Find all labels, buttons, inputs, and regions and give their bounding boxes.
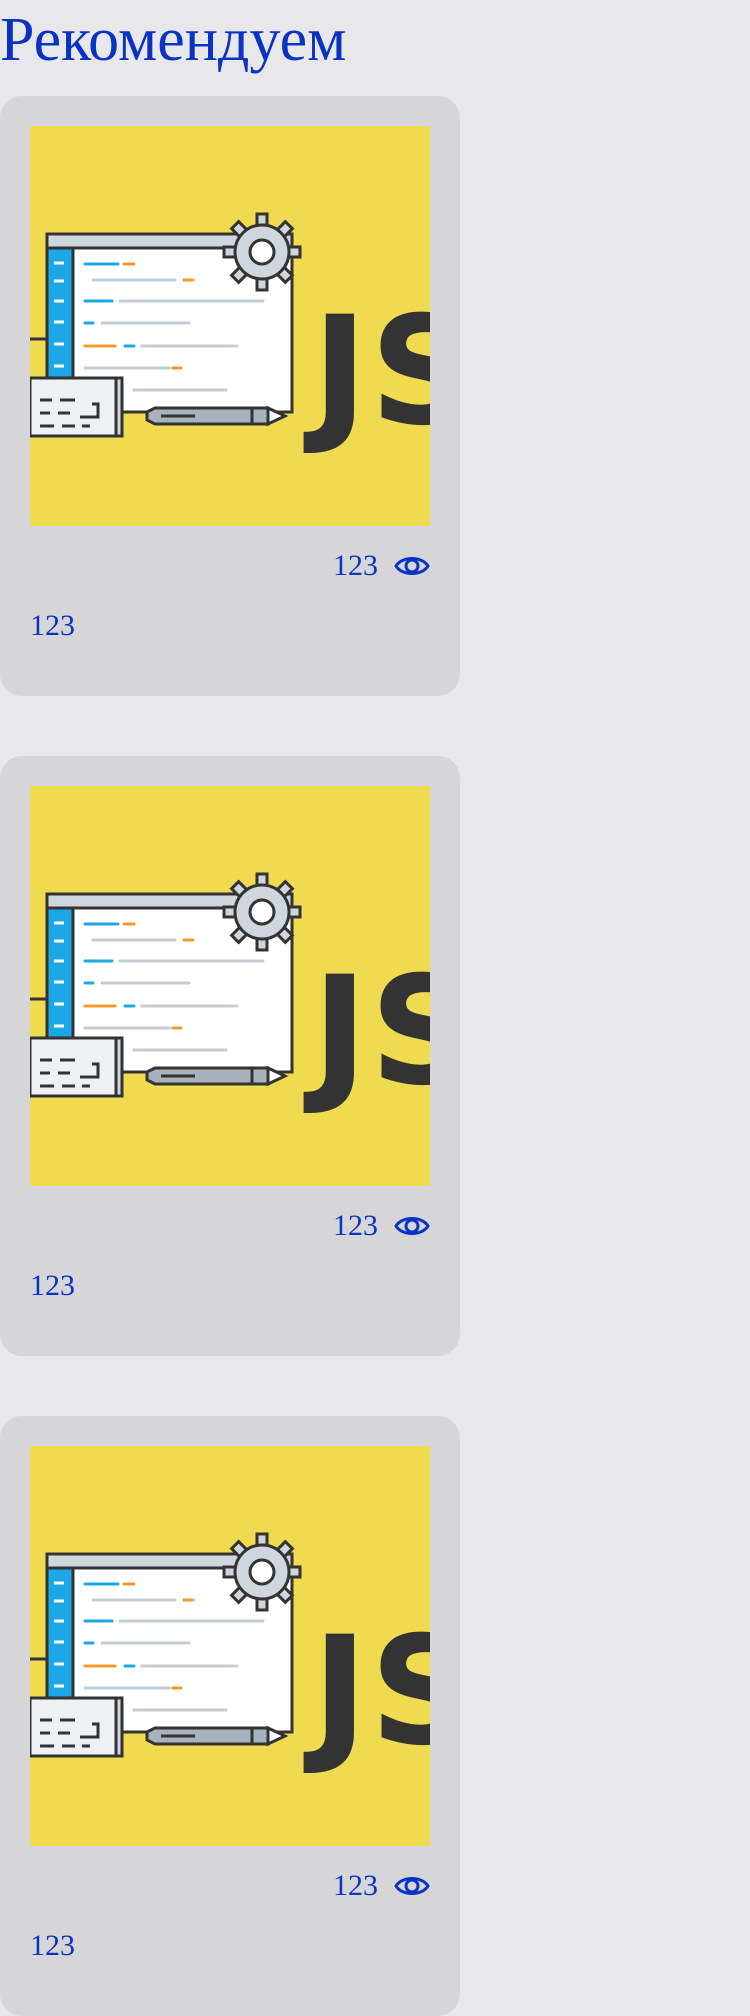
- eye-icon: [394, 1211, 430, 1241]
- recommended-card[interactable]: JS 123 123: [0, 756, 460, 1356]
- card-image-label: JS: [303, 285, 430, 459]
- card-caption[interactable]: 123: [30, 606, 75, 646]
- recommended-card[interactable]: JS 123 123: [0, 96, 460, 696]
- card-caption[interactable]: 123: [30, 1926, 75, 1966]
- card-image-label: JS: [303, 945, 430, 1119]
- views-counter: 123: [333, 546, 430, 586]
- views-count: 123: [333, 1209, 378, 1242]
- eye-icon: [394, 551, 430, 581]
- views-count: 123: [333, 549, 378, 582]
- views-counter: 123: [333, 1206, 430, 1246]
- card-image[interactable]: JS: [30, 786, 430, 1186]
- card-image[interactable]: JS: [30, 1446, 430, 1846]
- views-counter: 123: [333, 1866, 430, 1906]
- recommended-list: JS 123 123 JS 123 123 JS 123 123: [0, 96, 750, 2016]
- card-image-label: JS: [303, 1605, 430, 1779]
- card-caption[interactable]: 123: [30, 1266, 75, 1306]
- card-image[interactable]: JS: [30, 126, 430, 526]
- recommended-card[interactable]: JS 123 123: [0, 1416, 460, 2016]
- eye-icon: [394, 1871, 430, 1901]
- section-title: Рекомендуем: [0, 6, 347, 74]
- views-count: 123: [333, 1869, 378, 1902]
